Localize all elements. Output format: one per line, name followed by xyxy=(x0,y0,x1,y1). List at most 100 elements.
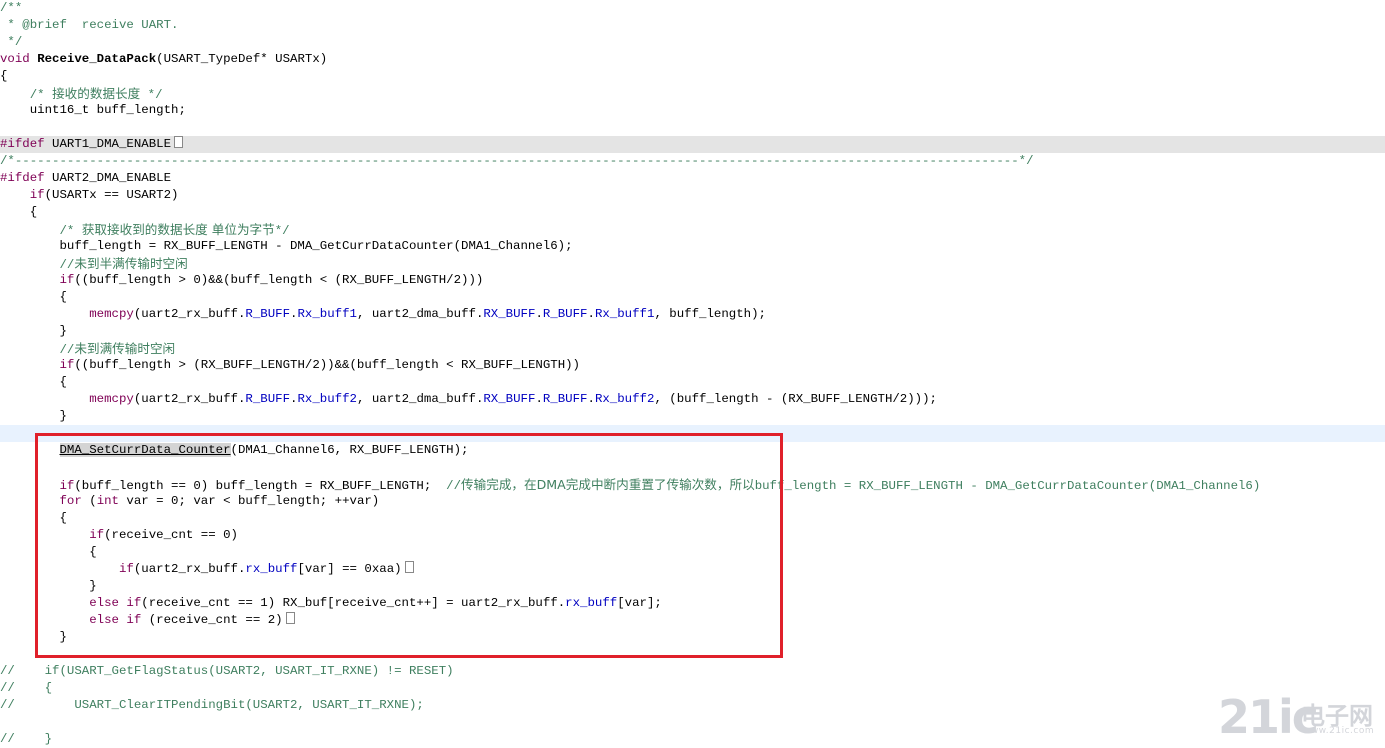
code-token: (receive_cnt == 2) xyxy=(141,613,283,627)
code-token: (receive_cnt == 1) RX_buf[receive_cnt++]… xyxy=(141,596,566,610)
code-line[interactable]: /* 获取接收到的数据长度 单位为字节*/ xyxy=(0,221,1385,238)
code-line[interactable]: // USART_ClearITPendingBit(USART2, USART… xyxy=(0,697,1385,714)
code-line[interactable]: if(receive_cnt == 0) xyxy=(0,527,1385,544)
site-watermark-logo: 21ic 电子网 www.21ic.com xyxy=(1218,690,1380,744)
code-token: buff_length = RX_BUFF_LENGTH - DMA_GetCu… xyxy=(0,239,573,253)
watermark-url: www.21ic.com xyxy=(1303,726,1375,736)
code-line[interactable]: */ xyxy=(0,34,1385,51)
code-token: Rx_buff1 xyxy=(594,307,655,321)
code-line[interactable]: #ifdef UART2_DMA_ENABLE xyxy=(0,170,1385,187)
code-line[interactable]: else if (receive_cnt == 2) xyxy=(0,612,1385,629)
code-token: ( xyxy=(81,494,97,508)
code-line[interactable]: { xyxy=(0,289,1385,306)
code-line[interactable]: uint16_t buff_length; xyxy=(0,102,1385,119)
code-token: /*--------------------------------------… xyxy=(0,154,1034,168)
code-line[interactable]: for (int var = 0; var < buff_length; ++v… xyxy=(0,493,1385,510)
code-line[interactable]: if((buff_length > (RX_BUFF_LENGTH/2))&&(… xyxy=(0,357,1385,374)
code-line[interactable]: memcpy(uart2_rx_buff.R_BUFF.Rx_buff1, ua… xyxy=(0,306,1385,323)
code-token: 未到半满传输时空闲 xyxy=(74,256,188,271)
code-line[interactable]: if(uart2_rx_buff.rx_buff[var] == 0xaa) xyxy=(0,561,1385,578)
code-token: Rx_buff2 xyxy=(594,392,655,406)
code-line[interactable]: if(buff_length == 0) buff_length = RX_BU… xyxy=(0,476,1385,493)
code-line[interactable] xyxy=(0,459,1385,476)
code-token: , (buff_length - (RX_BUFF_LENGTH/2))); xyxy=(654,392,937,406)
code-token: { xyxy=(0,545,97,559)
code-token: { xyxy=(0,205,38,219)
code-line[interactable]: } xyxy=(0,578,1385,595)
code-token: int xyxy=(96,494,119,508)
code-line[interactable] xyxy=(0,119,1385,136)
code-token: else xyxy=(89,613,119,627)
code-token: (uart2_rx_buff. xyxy=(133,307,246,321)
code-line[interactable]: buff_length = RX_BUFF_LENGTH - DMA_GetCu… xyxy=(0,238,1385,255)
code-token: RX_BUFF xyxy=(483,307,536,321)
code-token: DMA_SetCurrData_Counter xyxy=(59,443,231,457)
code-token: } xyxy=(0,579,97,593)
code-line[interactable]: void Receive_DataPack(USART_TypeDef* USA… xyxy=(0,51,1385,68)
code-line[interactable]: // } xyxy=(0,731,1385,748)
code-line[interactable] xyxy=(0,646,1385,663)
code-token: */ xyxy=(274,224,290,238)
code-line[interactable]: { xyxy=(0,204,1385,221)
code-line[interactable]: // { xyxy=(0,680,1385,697)
code-token: [var]; xyxy=(617,596,662,610)
code-line[interactable]: if((buff_length > 0)&&(buff_length < (RX… xyxy=(0,272,1385,289)
code-token: } xyxy=(0,409,67,423)
code-line[interactable]: DMA_SetCurrData_Counter(DMA1_Channel6, R… xyxy=(0,442,1385,459)
code-line[interactable]: } xyxy=(0,408,1385,425)
code-token: // if(USART_GetFlagStatus(USART2, USART_… xyxy=(0,664,454,678)
code-token: (USARTx == USART2) xyxy=(44,188,179,202)
code-token: R_BUFF xyxy=(245,392,291,406)
code-token: rx_buff xyxy=(245,562,298,576)
code-token: Receive_DataPack xyxy=(37,52,157,66)
code-line[interactable]: /*--------------------------------------… xyxy=(0,153,1385,170)
code-token: R_BUFF xyxy=(542,307,588,321)
code-token: */ xyxy=(140,88,163,102)
code-token: /* xyxy=(29,88,53,102)
code-token: /** xyxy=(0,1,23,15)
code-token: // { xyxy=(0,681,53,695)
code-line[interactable]: #ifdef UART1_DMA_ENABLE xyxy=(0,136,1385,153)
code-line[interactable]: //未到半满传输时空闲 xyxy=(0,255,1385,272)
code-token: UART1_DMA_ENABLE xyxy=(44,137,172,151)
code-line[interactable]: else if(receive_cnt == 1) RX_buf[receive… xyxy=(0,595,1385,612)
code-line[interactable]: { xyxy=(0,374,1385,391)
collapsed-block-icon[interactable] xyxy=(285,612,295,624)
code-token: buff_length = RX_BUFF_LENGTH - DMA_GetCu… xyxy=(754,479,1261,493)
code-line[interactable]: } xyxy=(0,629,1385,646)
code-line[interactable]: /** xyxy=(0,0,1385,17)
code-token: // xyxy=(59,343,75,357)
code-line[interactable]: // if(USART_GetFlagStatus(USART2, USART_… xyxy=(0,663,1385,680)
code-line[interactable] xyxy=(0,714,1385,731)
code-line[interactable]: //未到满传输时空闲 xyxy=(0,340,1385,357)
code-token: , buff_length); xyxy=(654,307,766,321)
collapsed-block-icon[interactable] xyxy=(174,136,184,148)
code-token: . xyxy=(587,307,595,321)
code-line[interactable]: if(USARTx == USART2) xyxy=(0,187,1385,204)
collapsed-block-icon[interactable] xyxy=(404,561,414,573)
code-line[interactable]: { xyxy=(0,510,1385,527)
code-line[interactable]: } xyxy=(0,323,1385,340)
code-line[interactable]: memcpy(uart2_rx_buff.R_BUFF.Rx_buff2, ua… xyxy=(0,391,1385,408)
code-line[interactable]: { xyxy=(0,68,1385,85)
code-line[interactable]: /* 接收的数据长度 */ xyxy=(0,85,1385,102)
code-editor[interactable]: /** * @brief receive UART. */ void Receiv… xyxy=(0,0,1385,746)
code-line[interactable]: * @brief receive UART. xyxy=(0,17,1385,34)
code-line[interactable]: { xyxy=(0,544,1385,561)
code-token: . xyxy=(535,392,543,406)
code-token: [var] == 0xaa) xyxy=(297,562,402,576)
code-token: for xyxy=(59,494,82,508)
code-line[interactable] xyxy=(0,425,1385,442)
code-token: #ifdef xyxy=(0,137,45,151)
